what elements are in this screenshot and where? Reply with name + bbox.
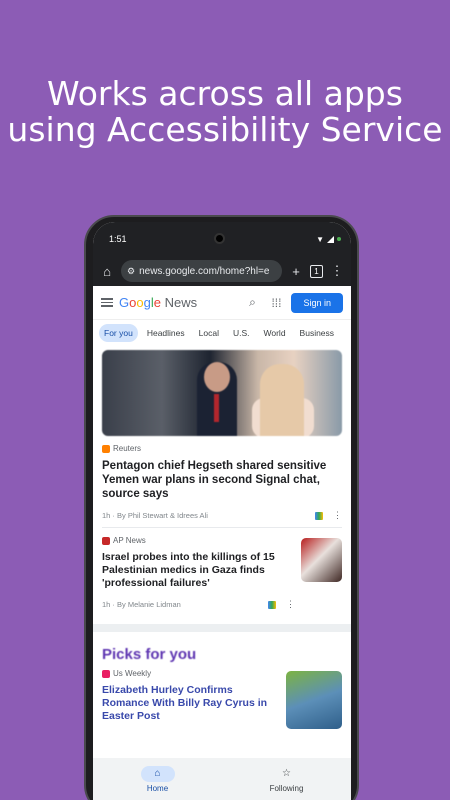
tab-headlines[interactable]: Headlines — [142, 324, 190, 342]
browser-toolbar: ⌂ ⚙ news.google.com/home?hl=e + 1 ⋮ — [93, 256, 351, 286]
article-card[interactable]: Us Weekly Elizabeth Hurley Confirms Roma… — [93, 665, 351, 735]
source-logo-icon — [102, 536, 110, 545]
full-coverage-icon[interactable] — [268, 600, 276, 609]
tab-switcher-button[interactable]: 1 — [310, 264, 323, 278]
article-meta: 1h · By Melanie Lidman — [102, 600, 181, 609]
sign-in-button[interactable]: Sign in — [291, 292, 343, 313]
signal-icon — [327, 235, 334, 243]
address-url: news.google.com/home?hl=e — [139, 265, 270, 277]
promo-line-2: using Accessibility Service — [7, 110, 443, 149]
status-time: 1:51 — [109, 234, 127, 244]
source-logo-icon — [102, 444, 110, 453]
tab-world[interactable]: World — [259, 324, 291, 342]
tab-for-you[interactable]: For you — [99, 324, 138, 342]
tab-business[interactable]: Business — [295, 324, 340, 342]
more-options-icon[interactable]: ⋮ — [286, 599, 295, 610]
tab-us[interactable]: U.S. — [228, 324, 255, 342]
search-icon[interactable]: ⌕ — [243, 295, 261, 310]
home-icon[interactable]: ⌂ — [99, 264, 115, 279]
article-source: Reuters — [113, 444, 142, 453]
site-settings-icon[interactable]: ⚙ — [127, 266, 135, 277]
article-source: AP News — [113, 536, 146, 545]
nav-home[interactable]: ⌂ Home — [93, 758, 222, 800]
battery-icon — [337, 237, 341, 241]
hero-image[interactable] — [102, 350, 342, 436]
article-title[interactable]: Elizabeth Hurley Confirms Romance With B… — [102, 684, 280, 723]
star-icon: ☆ — [282, 768, 291, 779]
source-logo-icon — [102, 669, 110, 678]
article-card[interactable]: Reuters Pentagon chief Hegseth shared se… — [93, 436, 351, 527]
promo-line-1: Works across all apps — [47, 74, 403, 113]
new-tab-icon[interactable]: + — [288, 264, 304, 279]
google-news-logo[interactable]: Google News — [119, 295, 237, 310]
phone-screen: 1:51 ▼ ⌂ ⚙ news.google.com/home?hl=e + 1… — [93, 222, 351, 800]
article-card[interactable]: AP News Israel probes into the killings … — [93, 528, 351, 616]
article-thumbnail[interactable] — [286, 671, 342, 729]
status-bar: 1:51 ▼ — [93, 222, 351, 256]
promo-headline: Works across all apps using Accessibilit… — [0, 76, 450, 148]
wifi-icon: ▼ — [316, 234, 324, 244]
hamburger-menu-icon[interactable] — [101, 298, 113, 307]
camera-cutout — [214, 233, 225, 244]
nav-following[interactable]: ☆ Following — [222, 758, 351, 800]
article-source: Us Weekly — [113, 669, 152, 678]
tab-local[interactable]: Local — [194, 324, 224, 342]
google-news-header: Google News ⌕ ⁞⁞⁞ Sign in — [93, 286, 351, 320]
logo-suffix: News — [164, 295, 198, 310]
more-options-icon[interactable]: ⋮ — [333, 510, 342, 521]
article-thumbnail[interactable] — [301, 538, 342, 582]
article-title[interactable]: Israel probes into the killings of 15 Pa… — [102, 551, 295, 590]
picks-heading: Picks for you — [102, 646, 197, 663]
nav-home-label: Home — [146, 783, 169, 793]
address-bar[interactable]: ⚙ news.google.com/home?hl=e — [121, 260, 282, 282]
apps-grid-icon[interactable]: ⁞⁞⁞ — [267, 296, 285, 310]
full-coverage-icon[interactable] — [315, 511, 323, 520]
nav-following-label: Following — [269, 783, 304, 793]
more-options-icon[interactable]: ⋮ — [329, 263, 345, 279]
article-meta: 1h · By Phil Stewart & Idrees Ali — [102, 511, 208, 520]
section-tabs: For you Headlines Local U.S. World Busin… — [93, 320, 351, 346]
bottom-nav: ⌂ Home ☆ Following — [93, 758, 351, 800]
home-icon: ⌂ — [140, 765, 175, 782]
article-title[interactable]: Pentagon chief Hegseth shared sensitive … — [102, 459, 342, 501]
